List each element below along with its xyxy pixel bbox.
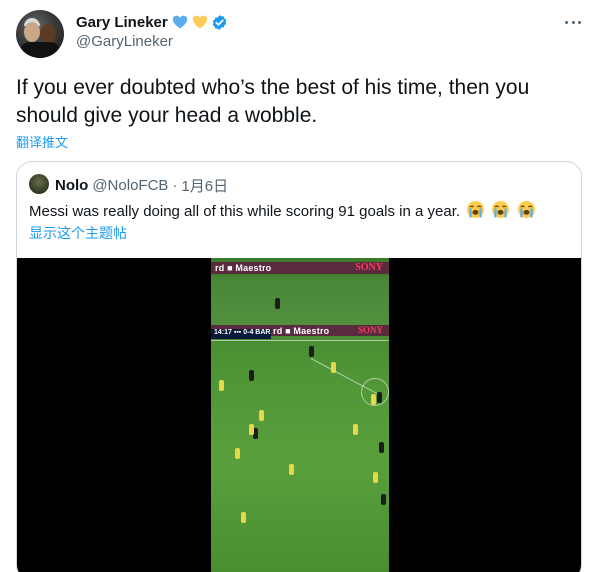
quoted-text: Messi was really doing all of this while…: [29, 203, 461, 220]
tweet-card: Gary Lineker @GaryLineker If you ever do…: [0, 0, 597, 572]
player-yellow: [241, 512, 246, 523]
loudly-crying-face-icon: [467, 200, 485, 219]
tweet-text: If you ever doubted who’s the best of hi…: [16, 76, 530, 127]
match-scorebar: 14:17 ▪▪▪ 0-4 BAR: [211, 329, 271, 339]
player-yellow: [219, 380, 224, 391]
sponsor-text: SONY: [355, 262, 383, 273]
scorebar-text: 14:17 ▪▪▪ 0-4 BAR: [214, 329, 271, 336]
author-handle[interactable]: @GaryLineker: [76, 33, 173, 50]
player-dark: [309, 346, 314, 357]
loudly-crying-face-icon: [517, 200, 535, 219]
player-yellow: [289, 464, 294, 475]
blue-heart-icon: [172, 15, 187, 29]
quoted-header: Nolo @NoloFCB · 1月6日: [55, 175, 228, 195]
player-yellow: [249, 424, 254, 435]
author-display-name[interactable]: Gary Lineker: [76, 14, 168, 31]
player-yellow: [259, 410, 264, 421]
player-dark: [377, 392, 382, 403]
loudly-crying-face-icon: [492, 200, 510, 219]
verified-badge-icon: [212, 14, 226, 30]
sponsor-text-lower: SONY: [357, 325, 383, 335]
avatar-body: [20, 42, 60, 58]
ad-board-text: rd ■ Maestro: [215, 263, 272, 273]
player-dark: [381, 494, 386, 505]
pitch-sideline: [211, 340, 389, 341]
quoted-handle[interactable]: @NoloFCB: [92, 177, 168, 194]
more-dot: [565, 20, 568, 24]
quoted-author-avatar[interactable]: [29, 174, 49, 194]
more-dot: [578, 20, 581, 24]
pitch-blur: [211, 276, 389, 328]
video-frame[interactable]: rd ■ Maestro SONY rd ■ Maestro SONY 14:1…: [211, 258, 389, 572]
player-dark: [379, 442, 384, 453]
quoted-date[interactable]: 1月6日: [181, 175, 228, 196]
video-player[interactable]: rd ■ Maestro SONY rd ■ Maestro SONY 14:1…: [17, 258, 581, 572]
avatar-face-right: [40, 24, 56, 44]
player-dark: [249, 370, 254, 381]
ad-board-text-lower: rd ■ Maestro: [273, 326, 330, 336]
player-yellow: [373, 472, 378, 483]
player-yellow: [331, 362, 336, 373]
header-separator: ·: [172, 176, 178, 194]
player-dark: [275, 298, 280, 309]
quoted-text-row: Messi was really doing all of this while…: [29, 200, 536, 222]
translate-tweet-link[interactable]: 翻译推文: [16, 132, 68, 151]
quoted-tweet[interactable]: Nolo @NoloFCB · 1月6日 Messi was really do…: [16, 161, 582, 572]
player-yellow: [353, 424, 358, 435]
avatar-face-left: [24, 22, 40, 42]
quoted-display-name[interactable]: Nolo: [55, 177, 88, 194]
author-avatar[interactable]: [16, 10, 64, 58]
player-yellow: [371, 394, 376, 405]
player-yellow: [235, 448, 240, 459]
yellow-heart-icon: [192, 15, 207, 29]
show-thread-link[interactable]: 显示这个主题帖: [29, 223, 127, 243]
more-dot: [571, 20, 575, 24]
author-name-row: Gary Lineker: [76, 12, 228, 32]
stadium-ad-board: rd ■ Maestro SONY: [211, 262, 389, 274]
more-options-icon[interactable]: [562, 14, 584, 30]
